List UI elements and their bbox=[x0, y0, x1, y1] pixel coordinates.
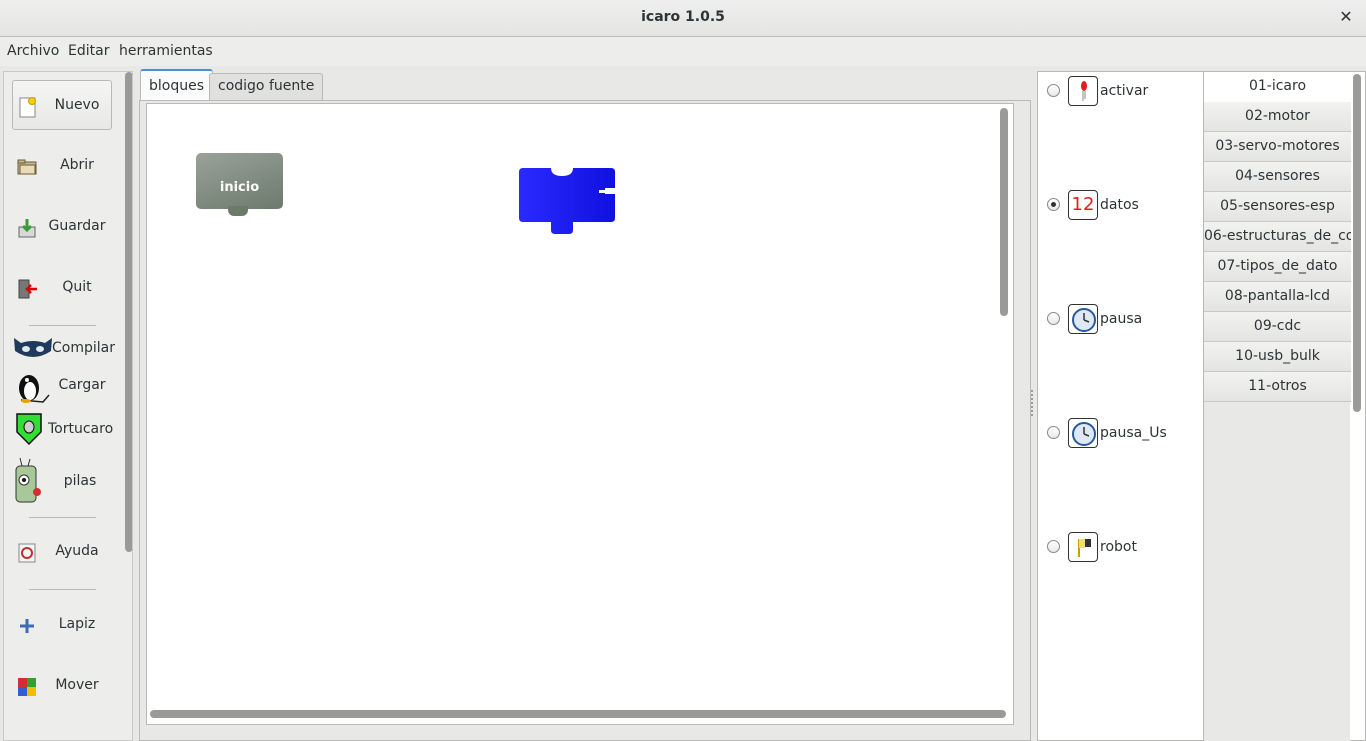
menu-archivo[interactable]: Archivo bbox=[7, 43, 59, 59]
palette-scrollbar[interactable] bbox=[1353, 74, 1361, 412]
tab-bloques[interactable]: bloques bbox=[140, 69, 214, 101]
menu-editar[interactable]: Editar bbox=[68, 43, 109, 59]
palette-item-datos[interactable]: 12 datos bbox=[1038, 187, 1203, 227]
palette-item-label: robot bbox=[1100, 539, 1137, 555]
turtle-arrow-icon bbox=[16, 413, 42, 446]
pilas-label: pilas bbox=[63, 473, 97, 489]
toolbar-separator bbox=[29, 589, 96, 590]
datos-number-icon: 12 bbox=[1068, 190, 1098, 220]
category-tab-03-servo-motores[interactable]: 03-servo-motores bbox=[1204, 132, 1351, 162]
category-tab-10-usb-bulk[interactable]: 10-usb_bulk bbox=[1204, 342, 1351, 372]
category-tab-02-motor[interactable]: 02-motor bbox=[1204, 102, 1351, 132]
canvas-horizontal-scrollbar[interactable] bbox=[150, 710, 1006, 718]
compilar-label: Compilar bbox=[52, 340, 115, 356]
category-tab-08-pantalla-lcd[interactable]: 08-pantalla-lcd bbox=[1204, 282, 1351, 312]
clock-icon bbox=[1068, 304, 1098, 334]
palette-item-activar[interactable]: activar bbox=[1038, 73, 1203, 113]
category-tab-11-otros[interactable]: 11-otros bbox=[1204, 372, 1351, 402]
pilas-robot-icon bbox=[15, 457, 41, 503]
close-window-button[interactable]: ✕ bbox=[1336, 7, 1356, 27]
new-file-icon bbox=[19, 97, 36, 118]
palette-item-label: pausa bbox=[1100, 311, 1143, 327]
pane-resize-handle[interactable] bbox=[1031, 390, 1034, 416]
palette-item-pausa[interactable]: pausa bbox=[1038, 301, 1203, 341]
category-tab-05-sensores-esp[interactable]: 05-sensores-esp bbox=[1204, 192, 1351, 222]
palette-item-label: activar bbox=[1100, 83, 1149, 99]
category-tab-09-cdc[interactable]: 09-cdc bbox=[1204, 312, 1351, 342]
pilas-button[interactable]: pilas bbox=[12, 456, 112, 512]
palette-radio[interactable] bbox=[1047, 540, 1060, 553]
clock-icon bbox=[1068, 418, 1098, 448]
block-canvas[interactable]: inicio bbox=[146, 103, 1014, 725]
cargar-label: Cargar bbox=[58, 377, 106, 393]
quit-icon bbox=[18, 279, 37, 299]
mover-button[interactable]: Mover bbox=[12, 661, 112, 711]
robot-flag-icon bbox=[1068, 532, 1098, 562]
inicio-block[interactable]: inicio bbox=[196, 153, 283, 216]
palette-item-robot[interactable]: robot bbox=[1038, 529, 1203, 569]
quit-label: Quit bbox=[62, 279, 92, 295]
tortucaro-label: Tortucaro bbox=[48, 421, 114, 437]
help-icon bbox=[18, 543, 36, 563]
puzzle-block[interactable] bbox=[519, 166, 619, 236]
menu-herramientas[interactable]: herramientas bbox=[119, 43, 213, 59]
menu-bar: Archivo Editar herramientas bbox=[0, 37, 1366, 66]
lapiz-label: Lapiz bbox=[58, 616, 96, 632]
toolbar-separator bbox=[29, 517, 96, 518]
guardar-label: Guardar bbox=[48, 218, 106, 234]
inicio-block-label: inicio bbox=[219, 180, 260, 195]
category-tabs: 01-icaro 02-motor 03-servo-motores 04-se… bbox=[1203, 72, 1351, 741]
palette-radio[interactable] bbox=[1047, 426, 1060, 439]
nuevo-label: Nuevo bbox=[54, 97, 100, 113]
palette-radio[interactable] bbox=[1047, 84, 1060, 97]
guardar-button[interactable]: Guardar bbox=[12, 202, 112, 252]
category-tab-01-icaro[interactable]: 01-icaro bbox=[1204, 72, 1351, 102]
cat-mask-icon bbox=[14, 338, 52, 357]
category-tab-06-estructuras[interactable]: 06-estructuras_de_co bbox=[1204, 222, 1351, 252]
bloques-page: inicio bbox=[139, 100, 1031, 741]
plus-icon bbox=[20, 619, 34, 633]
folder-open-icon bbox=[17, 159, 37, 175]
window-title: icaro 1.0.5 bbox=[641, 9, 725, 25]
palette-item-pausa-us[interactable]: pausa_Us bbox=[1038, 415, 1203, 455]
title-bar: icaro 1.0.5 ✕ bbox=[0, 0, 1366, 37]
move-icon bbox=[18, 678, 36, 696]
palette-item-label: datos bbox=[1100, 197, 1139, 213]
canvas-vertical-scrollbar[interactable] bbox=[1000, 108, 1008, 316]
nuevo-button[interactable]: Nuevo bbox=[12, 80, 112, 130]
tortucaro-button[interactable]: Tortucaro bbox=[12, 407, 114, 457]
inicio-block-connector bbox=[228, 206, 248, 216]
abrir-button[interactable]: Abrir bbox=[12, 141, 112, 191]
save-icon bbox=[18, 219, 36, 238]
abrir-label: Abrir bbox=[60, 157, 94, 173]
editor-notebook: bloques codigo fuente inicio bbox=[139, 69, 1031, 741]
lapiz-button[interactable]: Lapiz bbox=[12, 600, 112, 650]
led-icon bbox=[1068, 76, 1098, 106]
category-tab-07-tipos-de-dato[interactable]: 07-tipos_de_dato bbox=[1204, 252, 1351, 282]
left-toolbar: Nuevo Abrir Guardar Quit Compilar Cargar… bbox=[3, 71, 133, 741]
toolbar-scrollbar[interactable] bbox=[125, 72, 132, 552]
penguin-icon bbox=[19, 375, 50, 403]
quit-button[interactable]: Quit bbox=[12, 263, 112, 313]
palette-item-label: pausa_Us bbox=[1100, 425, 1167, 441]
palette-radio[interactable] bbox=[1047, 198, 1060, 211]
ayuda-label: Ayuda bbox=[55, 543, 99, 559]
tab-codigo-fuente[interactable]: codigo fuente bbox=[209, 73, 324, 100]
ayuda-button[interactable]: Ayuda bbox=[12, 527, 112, 577]
mover-label: Mover bbox=[55, 677, 99, 693]
block-palette: activar 12 datos pausa pausa_Us robot 01… bbox=[1037, 71, 1366, 741]
palette-radio[interactable] bbox=[1047, 312, 1060, 325]
category-tab-04-sensores[interactable]: 04-sensores bbox=[1204, 162, 1351, 192]
